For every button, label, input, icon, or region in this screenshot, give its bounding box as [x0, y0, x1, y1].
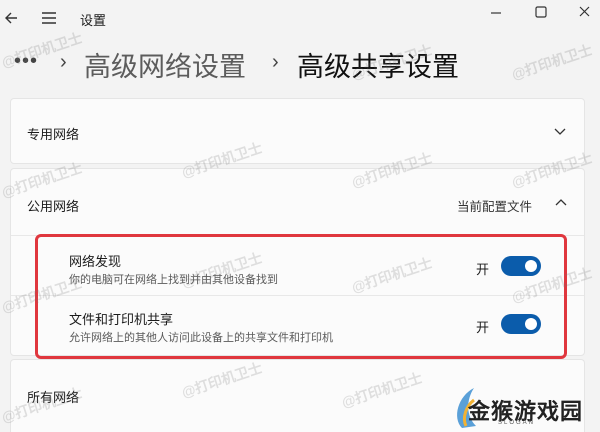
maximize-icon[interactable]: [532, 4, 550, 22]
window-title: 设置: [80, 13, 107, 28]
highlight-box: [35, 234, 567, 359]
close-icon[interactable]: [576, 4, 594, 22]
private-network-label: 专用网络: [27, 127, 80, 142]
title-bar: 设置: [0, 0, 600, 36]
hamburger-menu-icon[interactable]: [38, 7, 60, 29]
site-logo-slogan: SLOGAN: [498, 420, 536, 426]
chevron-down-icon[interactable]: [552, 123, 568, 139]
back-arrow-icon[interactable]: [2, 7, 24, 29]
minimize-icon[interactable]: [487, 4, 505, 22]
breadcrumb: ••• › 高级网络设置 › 高级共享设置: [0, 36, 600, 86]
chevron-right-icon: ›: [60, 51, 67, 73]
breadcrumb-item-advanced-network[interactable]: 高级网络设置: [84, 45, 246, 84]
chevron-up-icon[interactable]: [553, 195, 569, 211]
chevron-right-icon: ›: [272, 51, 279, 73]
public-network-label: 公用网络: [27, 199, 80, 214]
current-profile-label: 当前配置文件: [457, 200, 533, 214]
private-network-section[interactable]: 专用网络: [10, 98, 585, 164]
